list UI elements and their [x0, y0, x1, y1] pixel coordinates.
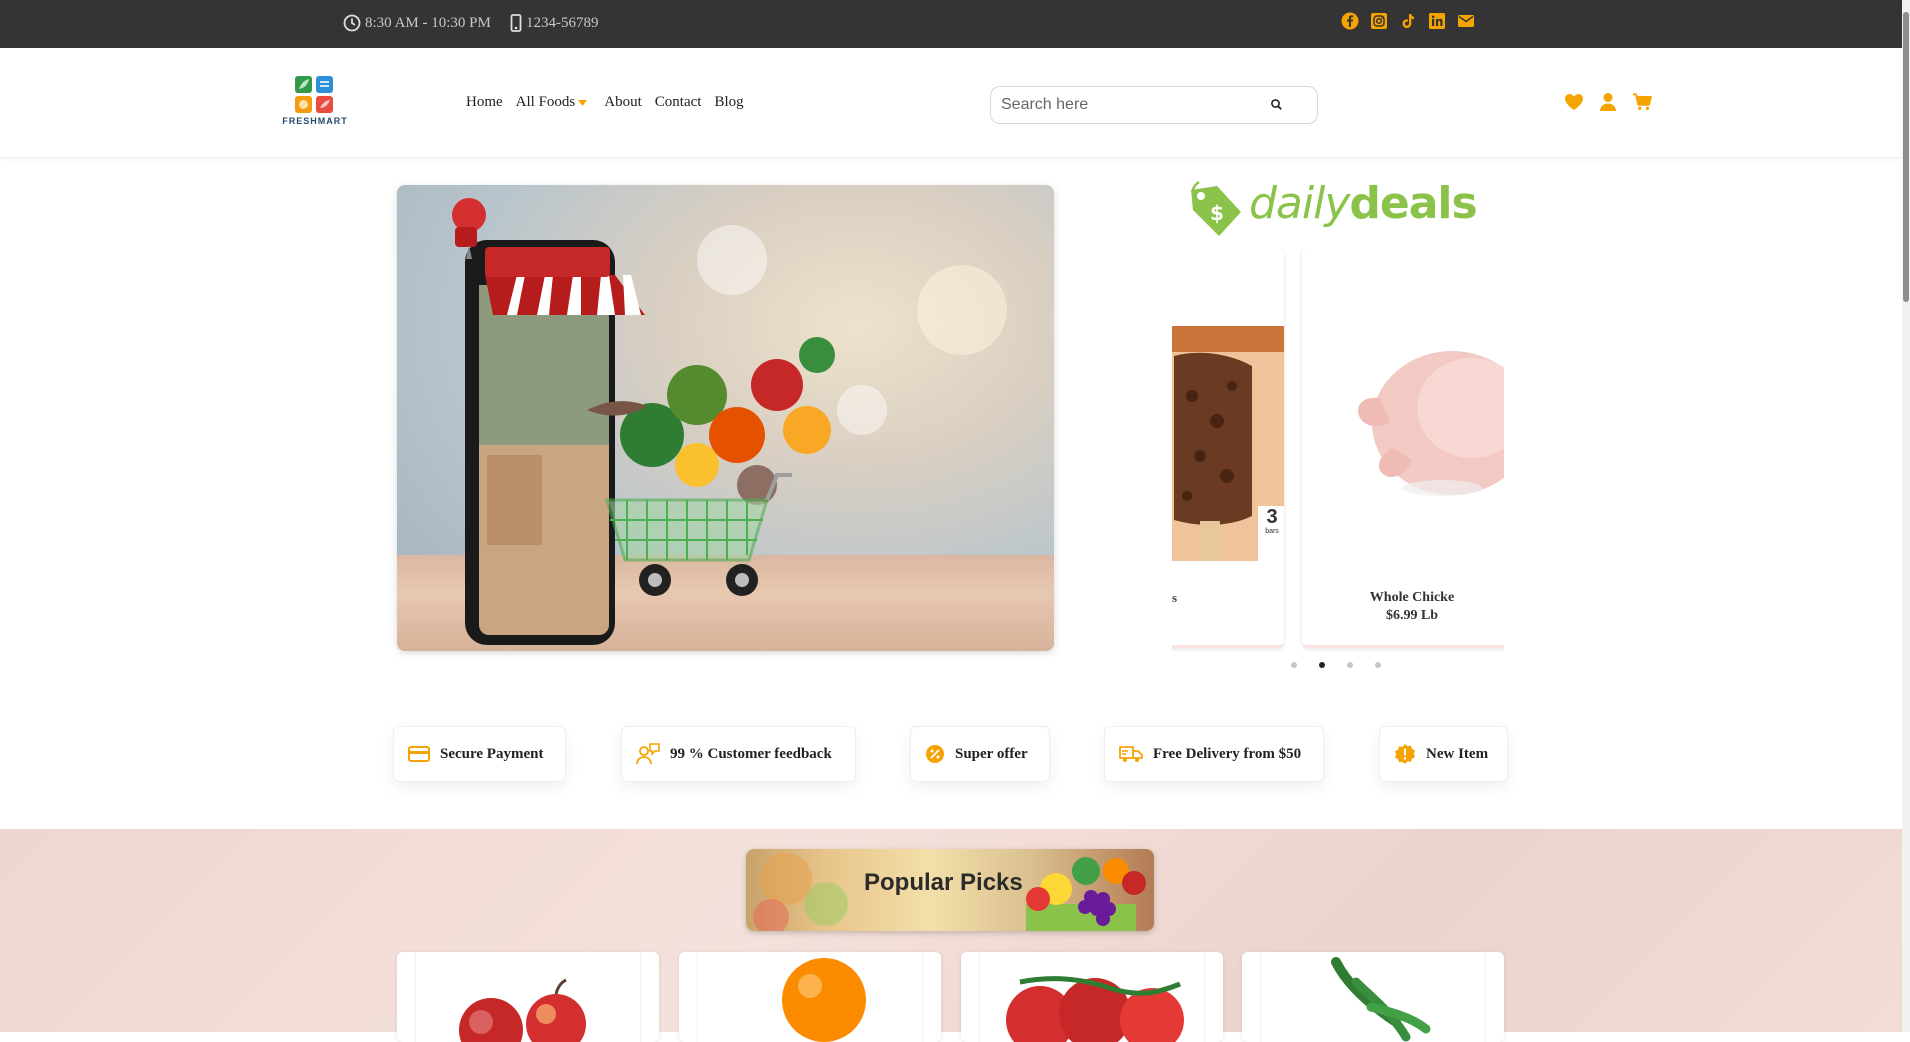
- daily-text: daily: [1249, 178, 1350, 229]
- deal-card-name-partial: s: [1172, 590, 1178, 605]
- feature-label: 99 % Customer feedback: [670, 745, 832, 762]
- whole-chicken-image: [1358, 351, 1504, 496]
- logo-mark: [295, 76, 333, 113]
- site-header: FRESHMART Home All Foods About Contact B…: [0, 48, 1902, 158]
- deal-card-name: Whole Chicke: [1369, 590, 1455, 605]
- carousel-dot-active[interactable]: [1319, 662, 1325, 668]
- nav-about[interactable]: About: [604, 94, 642, 111]
- daily-deals-logo: $ dailydeals: [1185, 178, 1495, 240]
- phone-info: 1234-56789: [510, 14, 599, 32]
- phone-icon: [510, 14, 522, 32]
- product-card[interactable]: [1242, 952, 1504, 1042]
- clock-icon: [343, 14, 361, 32]
- nav-all-foods[interactable]: All Foods: [516, 94, 588, 111]
- carousel-dot[interactable]: [1291, 662, 1297, 668]
- carousel-dot[interactable]: [1347, 662, 1353, 668]
- feedback-icon: [636, 743, 660, 765]
- nav-blog[interactable]: Blog: [714, 94, 743, 111]
- user-icon[interactable]: [1598, 92, 1618, 112]
- apples-image: [459, 978, 586, 1042]
- cart-icon[interactable]: [1632, 92, 1652, 112]
- heart-icon[interactable]: [1564, 92, 1584, 112]
- deals-text: deals: [1349, 178, 1477, 229]
- deal-card-price: $6.99 Lb: [1385, 608, 1439, 623]
- box-count-label: 3: [1266, 506, 1278, 528]
- grocery-phone-illustration: [452, 198, 835, 645]
- header-actions: [1564, 92, 1652, 112]
- credit-card-icon: [408, 746, 430, 762]
- search-icon[interactable]: [1269, 97, 1285, 113]
- product-image-frame: [697, 952, 923, 1042]
- facebook-icon[interactable]: [1340, 11, 1359, 30]
- feature-secure-payment: Secure Payment: [393, 726, 566, 782]
- business-hours: 8:30 AM - 10:30 PM: [343, 14, 491, 32]
- nav-home[interactable]: Home: [466, 94, 503, 111]
- feature-free-delivery: Free Delivery from $50: [1104, 726, 1324, 782]
- nav-about-label: About: [604, 94, 642, 110]
- popular-picks-title: Popular Picks: [864, 869, 1023, 896]
- deal-card[interactable]: 3 bars s: [1172, 248, 1284, 648]
- nav-contact[interactable]: Contact: [655, 94, 702, 111]
- feature-label: Secure Payment: [440, 745, 544, 762]
- nav-blog-label: Blog: [714, 94, 744, 110]
- search-input[interactable]: [1001, 93, 1261, 117]
- linkedin-icon[interactable]: [1427, 11, 1446, 30]
- site-logo[interactable]: FRESHMART: [278, 74, 352, 130]
- deals-carousel[interactable]: 3 bars s Whole Chicke $6.99 Lb: [1172, 248, 1504, 653]
- product-image-frame: [1260, 952, 1486, 1042]
- svg-text:$: $: [1210, 201, 1224, 225]
- hours-text: 8:30 AM - 10:30 PM: [365, 14, 491, 31]
- feature-customer-feedback: 99 % Customer feedback: [621, 726, 856, 782]
- product-card[interactable]: [679, 952, 941, 1042]
- feature-label: Super offer: [955, 745, 1028, 762]
- truck-icon: [1119, 746, 1143, 762]
- discount-icon: [926, 745, 944, 763]
- hero-banner[interactable]: [397, 185, 1054, 651]
- nav-all-foods-label: All Foods: [515, 94, 576, 110]
- feature-label: Free Delivery from $50: [1153, 745, 1302, 762]
- search-box: [990, 86, 1318, 124]
- product-card[interactable]: [397, 952, 659, 1042]
- top-bar: 8:30 AM - 10:30 PM 1234-56789: [0, 0, 1902, 48]
- main-nav: Home All Foods About Contact Blog: [466, 94, 744, 111]
- product-card[interactable]: [961, 952, 1223, 1042]
- feature-label: New Item: [1426, 745, 1489, 762]
- orange-image: [782, 958, 866, 1042]
- nav-contact-label: Contact: [654, 94, 702, 110]
- deal-card[interactable]: Whole Chicke $6.99 Lb: [1302, 248, 1504, 648]
- feature-new-item: New Item: [1379, 726, 1508, 782]
- box-count-sublabel: bars: [1265, 528, 1279, 535]
- carousel-dots: [1291, 662, 1381, 668]
- tomatoes-image: [1006, 976, 1184, 1042]
- page-scrollbar[interactable]: [1902, 0, 1910, 1032]
- tiktok-icon[interactable]: [1398, 11, 1417, 30]
- daily-deals-wordmark: dailydeals: [1249, 178, 1478, 229]
- nav-home-label: Home: [466, 94, 503, 110]
- price-tag-icon: $: [1191, 180, 1241, 236]
- popular-picks-banner: Popular Picks: [746, 849, 1154, 931]
- feature-super-offer: Super offer: [910, 726, 1050, 782]
- caret-down-icon: [578, 99, 588, 106]
- scrollbar-thumb[interactable]: [1903, 12, 1909, 302]
- green-chilies-image: [1331, 957, 1431, 1042]
- social-links: [1340, 11, 1475, 30]
- email-icon[interactable]: [1456, 11, 1475, 30]
- phone-text: 1234-56789: [526, 14, 599, 31]
- badge-icon: [1395, 744, 1415, 764]
- logo-text: FRESHMART: [282, 116, 348, 126]
- carousel-dot[interactable]: [1375, 662, 1381, 668]
- product-image-frame: [979, 952, 1205, 1042]
- instagram-icon[interactable]: [1369, 11, 1388, 30]
- product-image-frame: [415, 952, 641, 1042]
